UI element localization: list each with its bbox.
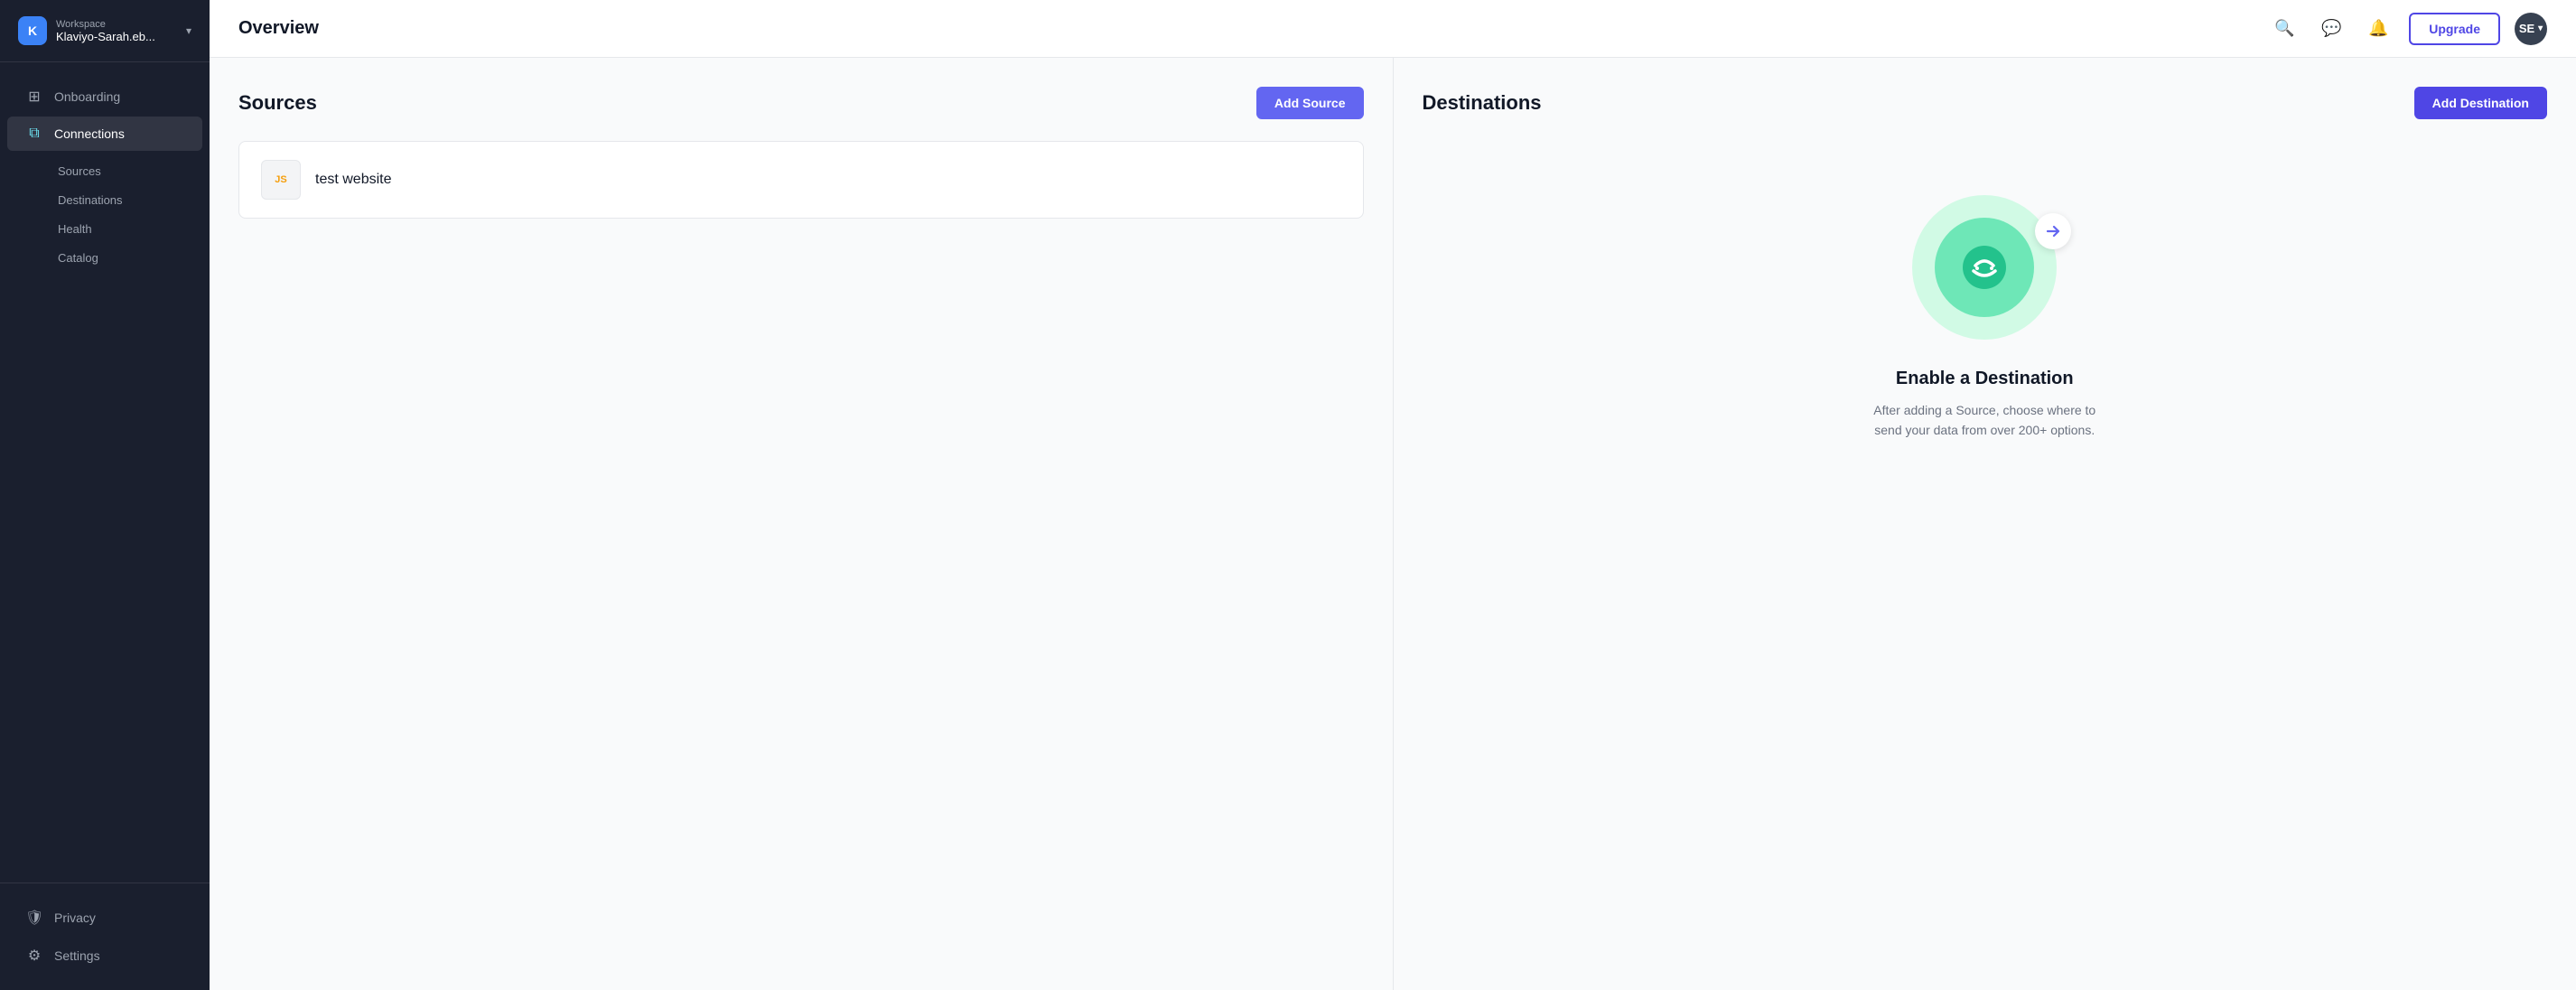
sidebar-item-onboarding[interactable]: ⊞ Onboarding [7,79,202,115]
dest-outer-circle [1912,195,2057,340]
arrow-icon [2043,221,2063,241]
dest-inner-circle [1935,218,2034,317]
source-name: test website [315,172,391,188]
source-js-icon: JS [261,160,301,200]
sidebar-item-destinations[interactable]: Destinations [47,186,210,214]
destinations-title: Destinations [1423,91,1542,115]
chat-icon: 💬 [2321,19,2341,38]
destination-illustration [1912,195,2057,340]
shield-icon: 🛡 [25,909,43,927]
destinations-empty-state: Enable a Destination After adding a Sour… [1423,141,2548,495]
sidebar-item-settings[interactable]: ⚙ Settings [7,938,202,974]
main-content: Overview 🔍 💬 🔔 Upgrade SE ▾ Sources Add … [210,0,2576,990]
workspace-icon: K [18,16,47,45]
empty-state-description: After adding a Source, choose where to s… [1867,400,2102,441]
sidebar-item-privacy[interactable]: 🛡 Privacy [7,900,202,936]
search-icon: 🔍 [2274,19,2294,38]
workspace-selector[interactable]: K Workspace Klaviyo-Sarah.eb... ▾ [0,0,210,62]
add-destination-button[interactable]: Add Destination [2414,87,2547,119]
sidebar-item-connections[interactable]: ⧉ Connections [7,117,202,151]
sources-section-header: Sources Add Source [238,87,1364,119]
sidebar-sub-nav: Sources Destinations Health Catalog [0,153,210,276]
upgrade-button[interactable]: Upgrade [2409,13,2500,45]
sidebar-bottom: 🛡 Privacy ⚙ Settings [0,883,210,990]
sidebar-item-label: Privacy [54,911,96,925]
header: Overview 🔍 💬 🔔 Upgrade SE ▾ [210,0,2576,58]
chevron-down-icon: ▾ [186,24,191,37]
page-title: Overview [238,18,2268,39]
empty-state-title: Enable a Destination [1896,369,2074,389]
onboarding-icon: ⊞ [25,88,43,106]
sidebar-item-label: Settings [54,948,100,963]
workspace-name: Klaviyo-Sarah.eb... [56,30,177,43]
sidebar-item-catalog[interactable]: Catalog [47,244,210,272]
notifications-button[interactable]: 🔔 [2362,13,2394,45]
add-source-button[interactable]: Add Source [1256,87,1364,119]
avatar-chevron-icon: ▾ [2538,23,2543,33]
sidebar-item-sources[interactable]: Sources [47,157,210,185]
segment-logo-icon [1957,240,2011,294]
source-card[interactable]: JS test website [238,141,1364,219]
workspace-label: Workspace [56,19,177,30]
sidebar-item-label: Connections [54,126,125,141]
search-button[interactable]: 🔍 [2268,13,2301,45]
arrow-right-icon [2035,213,2071,249]
sources-panel: Sources Add Source JS test website [210,58,1393,990]
sources-title: Sources [238,91,317,115]
sidebar-nav: ⊞ Onboarding ⧉ Connections Sources Desti… [0,62,210,883]
chat-button[interactable]: 💬 [2315,13,2347,45]
connections-icon: ⧉ [25,126,43,142]
avatar: SE [2519,22,2534,35]
avatar-button[interactable]: SE ▾ [2515,13,2547,45]
destinations-section-header: Destinations Add Destination [1423,87,2548,119]
sidebar-item-label: Onboarding [54,89,120,104]
content-area: Sources Add Source JS test website Desti… [210,58,2576,990]
sidebar: K Workspace Klaviyo-Sarah.eb... ▾ ⊞ Onbo… [0,0,210,990]
header-actions: 🔍 💬 🔔 Upgrade SE ▾ [2268,13,2547,45]
sidebar-item-health[interactable]: Health [47,215,210,243]
gear-icon: ⚙ [25,947,43,965]
bell-icon: 🔔 [2368,19,2388,38]
destinations-panel: Destinations Add Destination [1394,58,2576,990]
